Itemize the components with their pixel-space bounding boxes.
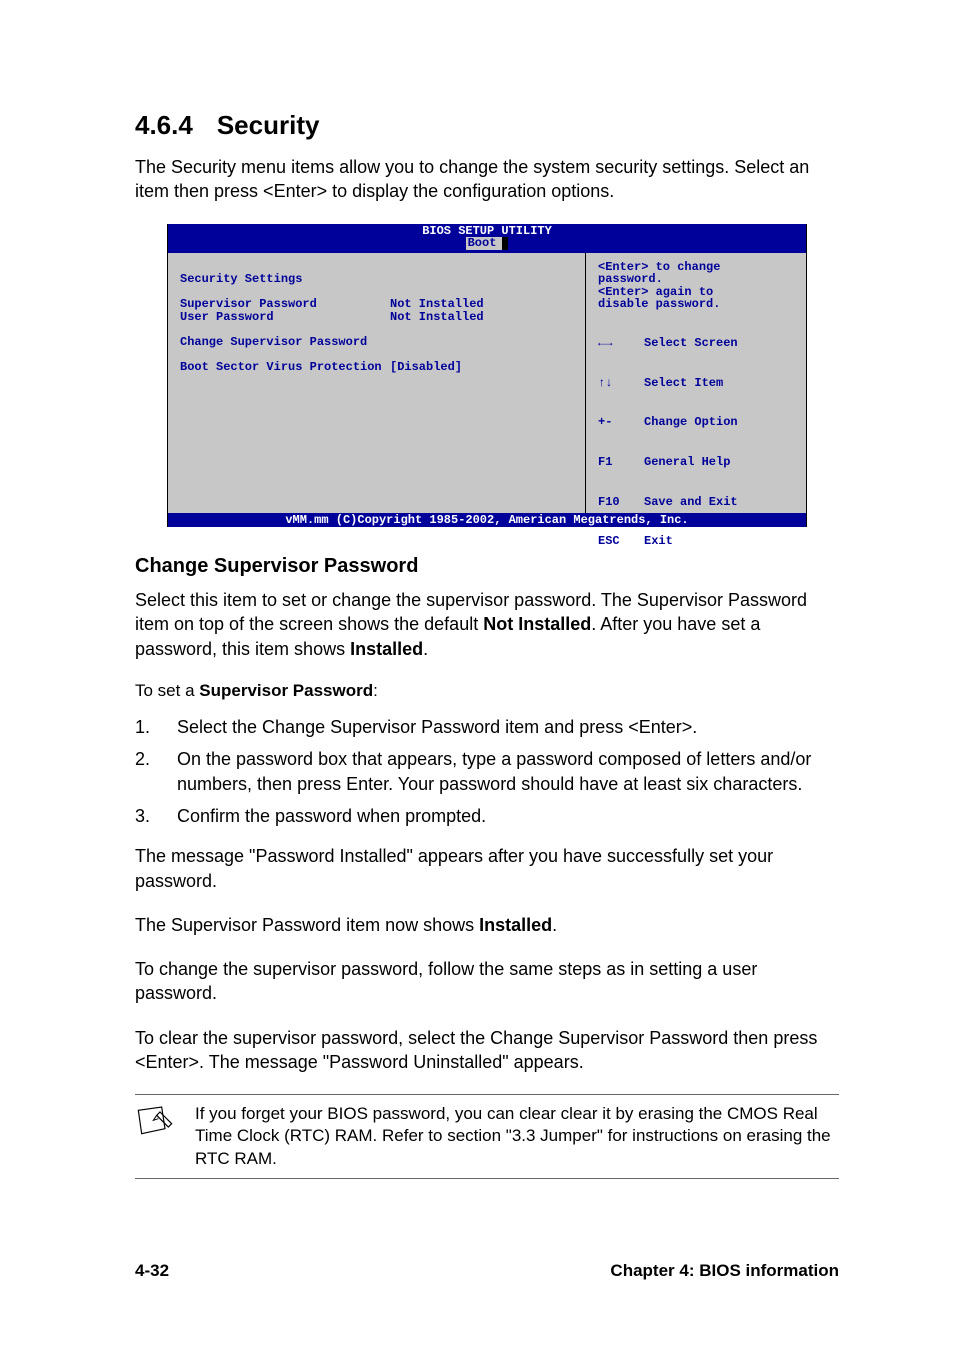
page: 4.6.4 Security The Security menu items al… — [0, 0, 954, 1351]
bios-header: BIOS SETUP UTILITY Boot — [167, 224, 807, 253]
nav-label-select-item: Select Item — [644, 377, 723, 390]
page-footer: 4-32 Chapter 4: BIOS information — [135, 1261, 839, 1281]
to-set-prefix: To set a — [135, 681, 199, 700]
step-text: Select the Change Supervisor Password it… — [177, 715, 839, 739]
nav-label-general-help: General Help — [644, 456, 730, 469]
nav-label-save-exit: Save and Exit — [644, 496, 738, 509]
para3-a: The Supervisor Password item now shows — [135, 915, 479, 935]
para1-bold-notinstalled: Not Installed — [483, 614, 591, 634]
section-title: Security — [217, 110, 320, 140]
paragraph-4: To change the supervisor password, follo… — [135, 957, 839, 1006]
step-text: On the password box that appears, type a… — [177, 747, 839, 796]
bios-help-line4: disable password. — [598, 297, 720, 311]
step-item: 2.On the password box that appears, type… — [135, 747, 839, 796]
pencil-paper-icon — [135, 1105, 175, 1139]
nav-key-ud: ↑↓ — [598, 377, 644, 390]
to-set-bold: Supervisor Password — [199, 681, 373, 700]
to-set-suffix: : — [373, 681, 378, 700]
to-set-line: To set a Supervisor Password: — [135, 681, 839, 701]
nav-key-pm: +- — [598, 416, 644, 429]
bios-screenshot: BIOS SETUP UTILITY Boot Security Setting… — [167, 224, 807, 528]
bios-bootsector-label: Boot Sector Virus Protection — [180, 361, 390, 374]
step-item: 3.Confirm the password when prompted. — [135, 804, 839, 828]
paragraph-3: The Supervisor Password item now shows I… — [135, 913, 839, 937]
para1-c: . — [423, 639, 428, 659]
step-num: 2. — [135, 747, 177, 796]
step-num: 3. — [135, 804, 177, 828]
intro-paragraph: The Security menu items allow you to cha… — [135, 155, 839, 204]
bios-tab-boot: Boot — [466, 237, 509, 250]
bios-security-settings: Security Settings — [180, 272, 302, 286]
para3-bold-installed: Installed — [479, 915, 552, 935]
section-heading: 4.6.4 Security — [135, 110, 839, 141]
paragraph-2: The message "Password Installed" appears… — [135, 844, 839, 893]
bios-help-text: <Enter> to change password. <Enter> agai… — [598, 261, 794, 311]
nav-label-exit: Exit — [644, 535, 673, 548]
section-number: 4.6.4 — [135, 110, 193, 141]
chapter-label: Chapter 4: BIOS information — [610, 1261, 839, 1281]
nav-key-esc: ESC — [598, 535, 644, 548]
note-icon — [135, 1103, 195, 1169]
nav-label-select-screen: Select Screen — [644, 337, 738, 350]
nav-label-change-option: Change Option — [644, 416, 738, 429]
bios-change-supervisor: Change Supervisor Password — [180, 335, 367, 349]
bios-bootsector-value: [Disabled] — [390, 361, 462, 374]
para3-b: . — [552, 915, 557, 935]
bios-user-label: User Password — [180, 311, 390, 324]
bios-nav-legend: ←→Select Screen ↑↓Select Item +-Change O… — [598, 311, 794, 583]
bios-user-value: Not Installed — [390, 311, 484, 324]
para1-bold-installed: Installed — [350, 639, 423, 659]
steps-list: 1.Select the Change Supervisor Password … — [135, 715, 839, 828]
note-text: If you forget your BIOS password, you ca… — [195, 1103, 839, 1169]
nav-key-f10: F10 — [598, 496, 644, 509]
page-number: 4-32 — [135, 1261, 169, 1281]
note-block: If you forget your BIOS password, you ca… — [135, 1094, 839, 1178]
bios-left-pane: Security Settings Supervisor PasswordNot… — [168, 253, 586, 513]
paragraph-1: Select this item to set or change the su… — [135, 588, 839, 661]
step-num: 1. — [135, 715, 177, 739]
step-item: 1.Select the Change Supervisor Password … — [135, 715, 839, 739]
bios-right-pane: <Enter> to change password. <Enter> agai… — [586, 253, 806, 513]
nav-key-f1: F1 — [598, 456, 644, 469]
nav-key-lr: ←→ — [598, 337, 644, 350]
paragraph-5: To clear the supervisor password, select… — [135, 1026, 839, 1075]
step-text: Confirm the password when prompted. — [177, 804, 839, 828]
